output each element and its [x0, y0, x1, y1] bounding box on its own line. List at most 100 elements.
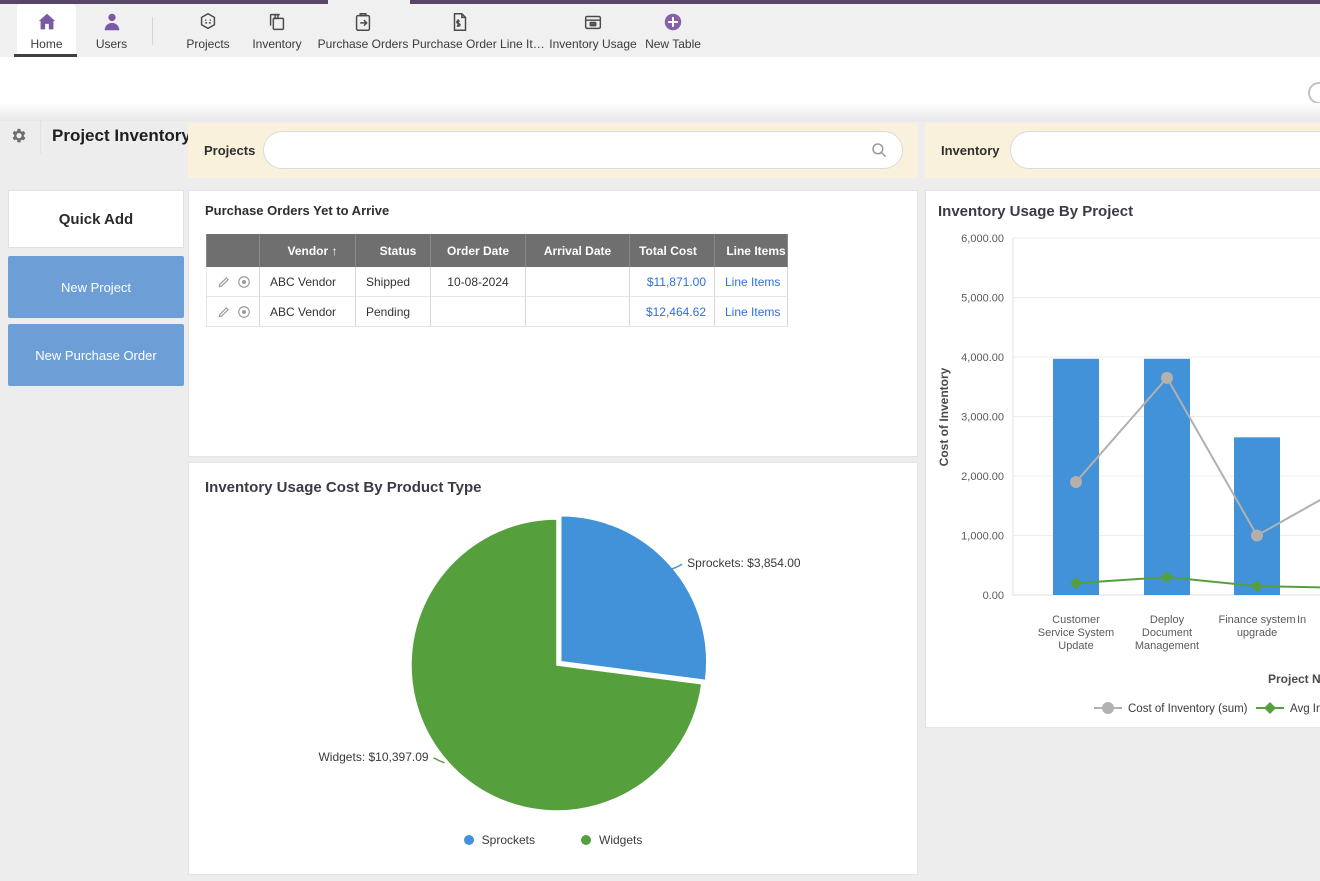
x-category-label: Finance system	[1218, 614, 1295, 626]
edit-pencil-icon[interactable]	[217, 305, 231, 319]
home-icon	[17, 11, 76, 33]
line-series	[1076, 577, 1320, 588]
legend-label[interactable]: Cost of Inventory (sum)	[1128, 703, 1248, 715]
breadcrumb-divider	[40, 120, 41, 154]
y-tick-label: 4,000.00	[961, 352, 1004, 364]
tab-new-table[interactable]: New Table	[644, 4, 702, 57]
table-row[interactable]: ABC Vendor Pending $12,464.62 Line Items	[206, 297, 788, 327]
tab-users[interactable]: Users	[84, 4, 139, 57]
line-point-circle[interactable]	[1161, 372, 1173, 384]
projects-search-input[interactable]	[280, 133, 862, 167]
cell-line-items-link[interactable]: Line Items	[725, 305, 780, 319]
tab-home[interactable]: Home	[17, 4, 76, 57]
line-point-circle[interactable]	[1251, 530, 1263, 542]
users-icon	[84, 11, 139, 33]
nav-divider	[152, 17, 153, 45]
tab-purchase-order-line-items[interactable]: Purchase Order Line It…	[412, 4, 508, 57]
combo-chart-card: Inventory Usage By Project 0.001,000.002…	[925, 190, 1320, 728]
tab-projects[interactable]: Projects	[176, 4, 240, 57]
x-category-label: Document	[1142, 627, 1192, 639]
column-header-line-items[interactable]: Line Items	[715, 234, 788, 267]
quick-add-card: Quick Add	[8, 190, 184, 248]
legend-label[interactable]: Avg Inventory	[1290, 703, 1320, 715]
header-icons-cell	[206, 234, 260, 267]
tab-label: Purchase Orders	[318, 37, 409, 51]
cell-total-cost-link[interactable]: $11,871.00	[647, 275, 706, 289]
new-purchase-order-button[interactable]: New Purchase Order	[8, 324, 184, 386]
legend-color-dot	[464, 835, 474, 845]
projects-search-band: Projects	[188, 123, 918, 178]
new-table-plus-icon	[644, 11, 702, 33]
cell-arrival-date	[526, 267, 630, 297]
cell-arrival-date	[526, 297, 630, 327]
cell-total-cost-link[interactable]: $12,464.62	[646, 305, 706, 319]
purchase-order-line-items-table-icon	[412, 11, 508, 33]
bar-2[interactable]	[1234, 437, 1280, 595]
table-header-row: Vendor ↑ Status Order Date Arrival Date …	[206, 234, 788, 267]
pie-slice-sprockets[interactable]	[561, 516, 707, 681]
report-title: Purchase Orders Yet to Arrive	[205, 203, 389, 218]
top-accent-strip	[410, 0, 1320, 4]
x-category-label: Deploy	[1150, 614, 1185, 626]
new-project-button[interactable]: New Project	[8, 256, 184, 318]
column-header-status[interactable]: Status	[356, 234, 431, 267]
inventory-usage-table-icon	[548, 11, 638, 33]
projects-search-box[interactable]	[263, 131, 903, 169]
view-eye-icon[interactable]	[237, 305, 251, 319]
search-icon[interactable]	[870, 141, 888, 159]
bar-1[interactable]	[1144, 359, 1190, 595]
pie-chart[interactable]: Sprockets: $3,854.00Widgets: $10,397.09	[189, 463, 917, 823]
pie-callout-label: Widgets: $10,397.09	[318, 750, 428, 764]
purchase-orders-table: Vendor ↑ Status Order Date Arrival Date …	[206, 234, 788, 327]
column-header-order-date[interactable]: Order Date	[431, 234, 526, 267]
top-navigation-bar: Home Users Projects Inventory	[0, 0, 1320, 57]
pie-legend-item[interactable]: Widgets	[581, 833, 642, 847]
x-category-label: Service System	[1038, 627, 1114, 639]
tab-label: Purchase Order Line It…	[412, 37, 545, 51]
breadcrumb-bar: Project Inventory Starter App > Dashboar…	[0, 57, 1320, 103]
pie-legend: Sprockets Widgets	[189, 833, 917, 847]
cell-status: Shipped	[356, 267, 431, 297]
tab-label: Home	[30, 37, 62, 51]
y-tick-label: 3,000.00	[961, 412, 1004, 424]
tab-purchase-orders[interactable]: Purchase Orders	[316, 4, 410, 57]
tab-inventory-usage[interactable]: Inventory Usage	[548, 4, 638, 57]
bar-line-chart[interactable]: 0.001,000.002,000.003,000.004,000.005,00…	[926, 231, 1320, 727]
column-header-vendor[interactable]: Vendor ↑	[260, 234, 356, 267]
edit-pencil-icon[interactable]	[217, 275, 231, 289]
combo-chart-title: Inventory Usage By Project	[938, 203, 1133, 220]
column-header-arrival-date[interactable]: Arrival Date	[526, 234, 630, 267]
x-category-label: Update	[1058, 640, 1093, 652]
line-point-circle[interactable]	[1070, 476, 1082, 488]
inventory-search-input[interactable]	[1027, 133, 1320, 167]
cell-status: Pending	[356, 297, 431, 327]
tab-label: Projects	[186, 37, 229, 51]
app-root: Home Users Projects Inventory	[0, 0, 1320, 881]
x-category-label: Management	[1135, 640, 1199, 652]
gear-icon[interactable]	[10, 127, 28, 145]
view-eye-icon[interactable]	[237, 275, 251, 289]
tab-inventory[interactable]: Inventory	[246, 4, 308, 57]
tab-label: New Table	[645, 37, 701, 51]
line-series	[1076, 378, 1320, 536]
inventory-table-icon	[246, 11, 308, 33]
legend-marker-diamond	[1264, 702, 1276, 714]
inventory-search-label: Inventory	[941, 143, 1000, 158]
legend-marker-circle	[1102, 702, 1114, 714]
x-category-label: upgrade	[1237, 627, 1277, 639]
purchase-orders-table-icon	[316, 11, 410, 33]
column-header-total-cost[interactable]: Total Cost	[630, 234, 715, 267]
quick-add-title: Quick Add	[59, 211, 133, 228]
inventory-search-box[interactable]	[1010, 131, 1320, 169]
table-row[interactable]: ABC Vendor Shipped 10-08-2024 $11,871.00…	[206, 267, 788, 297]
x-category-label: In	[1297, 614, 1306, 626]
cell-line-items-link[interactable]: Line Items	[725, 275, 780, 289]
legend-label: Sprockets	[482, 833, 535, 847]
y-tick-label: 0.00	[983, 590, 1004, 602]
pie-callout-line	[434, 758, 445, 763]
legend-color-dot	[581, 835, 591, 845]
header-shadow-gradient	[0, 103, 1320, 121]
pie-legend-item[interactable]: Sprockets	[464, 833, 535, 847]
pie-chart-card: Inventory Usage Cost By Product Type Spr…	[188, 462, 918, 875]
y-tick-label: 6,000.00	[961, 233, 1004, 245]
